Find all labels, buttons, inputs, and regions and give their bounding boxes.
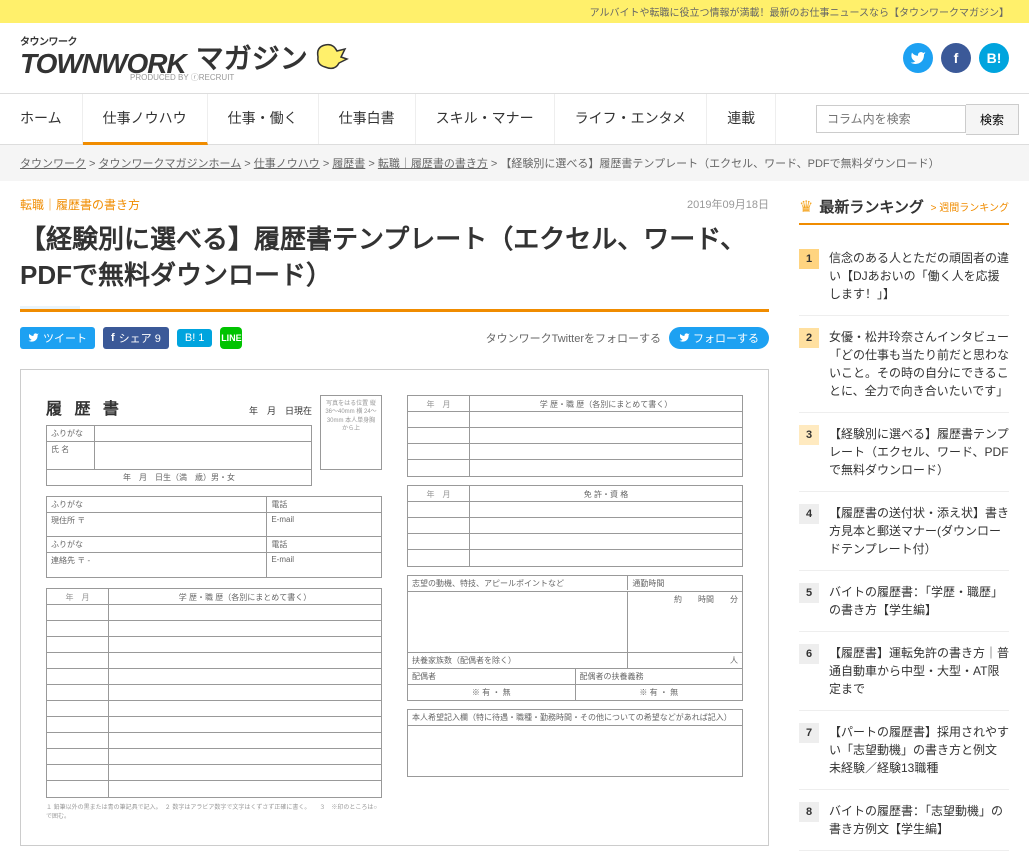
- rank-item-1[interactable]: 1信念のある人とただの頑固者の違い【DJあおいの「働く人を応援します！」】: [799, 237, 1009, 316]
- bc-mag-home[interactable]: タウンワークマガジンホーム: [99, 158, 242, 170]
- share-twitter-button[interactable]: ツイート: [20, 327, 95, 349]
- bc-resume-howto[interactable]: 転職｜履歴書の書き方: [378, 158, 488, 170]
- breadcrumb: タウンワーク > タウンワークマガジンホーム > 仕事ノウハウ > 履歴書 > …: [0, 145, 1029, 181]
- nav-life[interactable]: ライフ・エンタメ: [555, 94, 708, 144]
- facebook-icon[interactable]: f: [941, 43, 971, 73]
- title-divider: [20, 309, 769, 312]
- twitter-follow-button[interactable]: フォローする: [669, 327, 769, 349]
- rank-item-8[interactable]: 8バイトの履歴書：「志望動機」の書き方例文【学生編】: [799, 790, 1009, 851]
- share-facebook-button[interactable]: f シェア 9: [103, 327, 169, 349]
- resume-photo-box: 写真をはる位置 縦 36～40mm 横 24～30mm 本人単身胸から上: [320, 395, 382, 470]
- search-button[interactable]: 検索: [966, 104, 1019, 135]
- logo-mascot-icon: [313, 37, 353, 77]
- logo-top-line: タウンワーク: [20, 33, 186, 48]
- share-line-button[interactable]: LINE: [220, 327, 242, 349]
- follow-prompt: タウンワークTwitterをフォローする: [486, 330, 661, 346]
- rank-item-2[interactable]: 2女優・松井玲奈さんインタビュー「どの仕事も当たり前だと思わないこと。その時の自…: [799, 316, 1009, 413]
- ranking-title: 最新ランキング: [819, 196, 924, 217]
- rank-item-4[interactable]: 4【履歴書の送付状・添え状】書き方見本と郵送マナー(ダウンロードテンプレート付）: [799, 492, 1009, 571]
- nav-whitepaper[interactable]: 仕事白書: [319, 94, 416, 144]
- rank-item-3[interactable]: 3【経験別に選べる】履歴書テンプレート（エクセル、ワード、PDFで無料ダウンロー…: [799, 413, 1009, 492]
- twitter-icon[interactable]: [903, 43, 933, 73]
- bc-root[interactable]: タウンワーク: [20, 158, 86, 170]
- rank-item-7[interactable]: 7【パートの履歴書】採用されやすい「志望動機」の書き方と例文 未経験／経験13職…: [799, 711, 1009, 790]
- search-input[interactable]: [816, 105, 966, 133]
- article-title: 【経験別に選べる】履歴書テンプレート（エクセル、ワード、PDFで無料ダウンロード…: [20, 221, 769, 294]
- article-date: 2019年09月18日: [687, 196, 769, 212]
- crown-icon: ♛: [799, 197, 813, 217]
- hatena-icon[interactable]: B!: [979, 43, 1009, 73]
- rank-item-5[interactable]: 5バイトの履歴書：「学歴・職歴」の書き方【学生編】: [799, 571, 1009, 632]
- share-hatena-button[interactable]: B! 1: [177, 329, 213, 347]
- nav-knowhow[interactable]: 仕事ノウハウ: [83, 94, 208, 145]
- ranking-weekly-link[interactable]: > 週間ランキング: [931, 199, 1009, 214]
- bc-current: 【経験別に選べる】履歴書テンプレート（エクセル、ワード、PDFで無料ダウンロード…: [500, 158, 939, 170]
- nav-skill[interactable]: スキル・マナー: [416, 94, 555, 144]
- bc-resume[interactable]: 履歴書: [332, 158, 365, 170]
- nav-series[interactable]: 連載: [707, 94, 776, 144]
- main-nav: ホーム 仕事ノウハウ 仕事・働く 仕事白書 スキル・マナー ライフ・エンタメ 連…: [0, 93, 1029, 145]
- rank-item-6[interactable]: 6【履歴書】運転免許の書き方｜普通自動車から中型・大型・AT限定まで: [799, 632, 1009, 711]
- article-category[interactable]: 転職｜履歴書の書き方: [20, 196, 769, 213]
- topbar-text: アルバイトや転職に役立つ情報が満載！最新のお仕事ニュースなら【タウンワークマガジ…: [590, 8, 1029, 19]
- bc-knowhow[interactable]: 仕事ノウハウ: [254, 158, 320, 170]
- nav-work[interactable]: 仕事・働く: [208, 94, 319, 144]
- logo-magazine: マガジン: [196, 37, 308, 77]
- resume-template-image: 履 歴 書年 月 日現在 ふりがな 氏 名 年 月 日生（満 歳）男・女 写真を…: [20, 369, 769, 846]
- nav-home[interactable]: ホーム: [0, 94, 83, 144]
